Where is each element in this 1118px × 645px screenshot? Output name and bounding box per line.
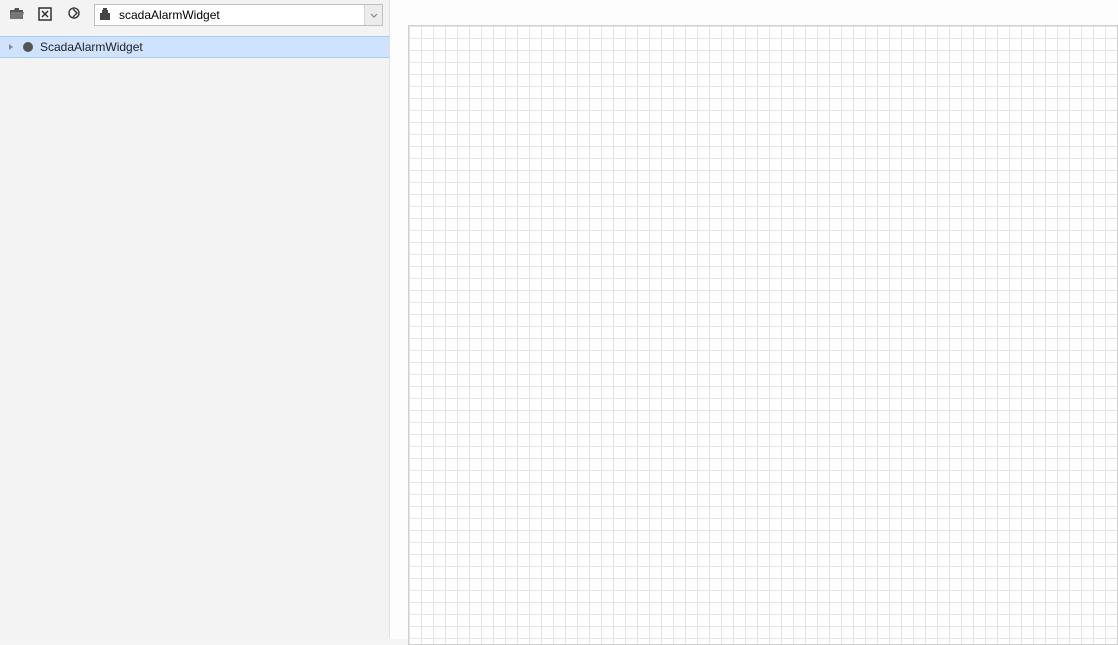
toolbar: scadaAlarmWidget	[0, 0, 389, 30]
combo-dropdown-button[interactable]	[364, 5, 382, 25]
widget-icon	[95, 8, 115, 22]
locate-button[interactable]	[62, 4, 84, 26]
design-canvas[interactable]	[408, 25, 1118, 645]
widget-combo-text: scadaAlarmWidget	[115, 6, 364, 24]
locate-icon	[66, 6, 81, 24]
close-box-icon	[38, 7, 52, 24]
node-circle-icon	[20, 41, 36, 53]
folder-open-icon	[9, 7, 25, 24]
open-button[interactable]	[6, 4, 28, 26]
tree-item-label: ScadaAlarmWidget	[40, 40, 143, 54]
close-button[interactable]	[34, 4, 56, 26]
tree-view[interactable]: ScadaAlarmWidget	[0, 30, 389, 639]
canvas-panel	[390, 0, 1118, 639]
widget-combo[interactable]: scadaAlarmWidget	[94, 4, 383, 26]
tree-item[interactable]: ScadaAlarmWidget	[0, 36, 389, 58]
left-panel: scadaAlarmWidget ScadaAlarmWidget	[0, 0, 390, 639]
chevron-down-icon	[370, 8, 378, 22]
expand-arrow-icon[interactable]	[6, 43, 16, 51]
